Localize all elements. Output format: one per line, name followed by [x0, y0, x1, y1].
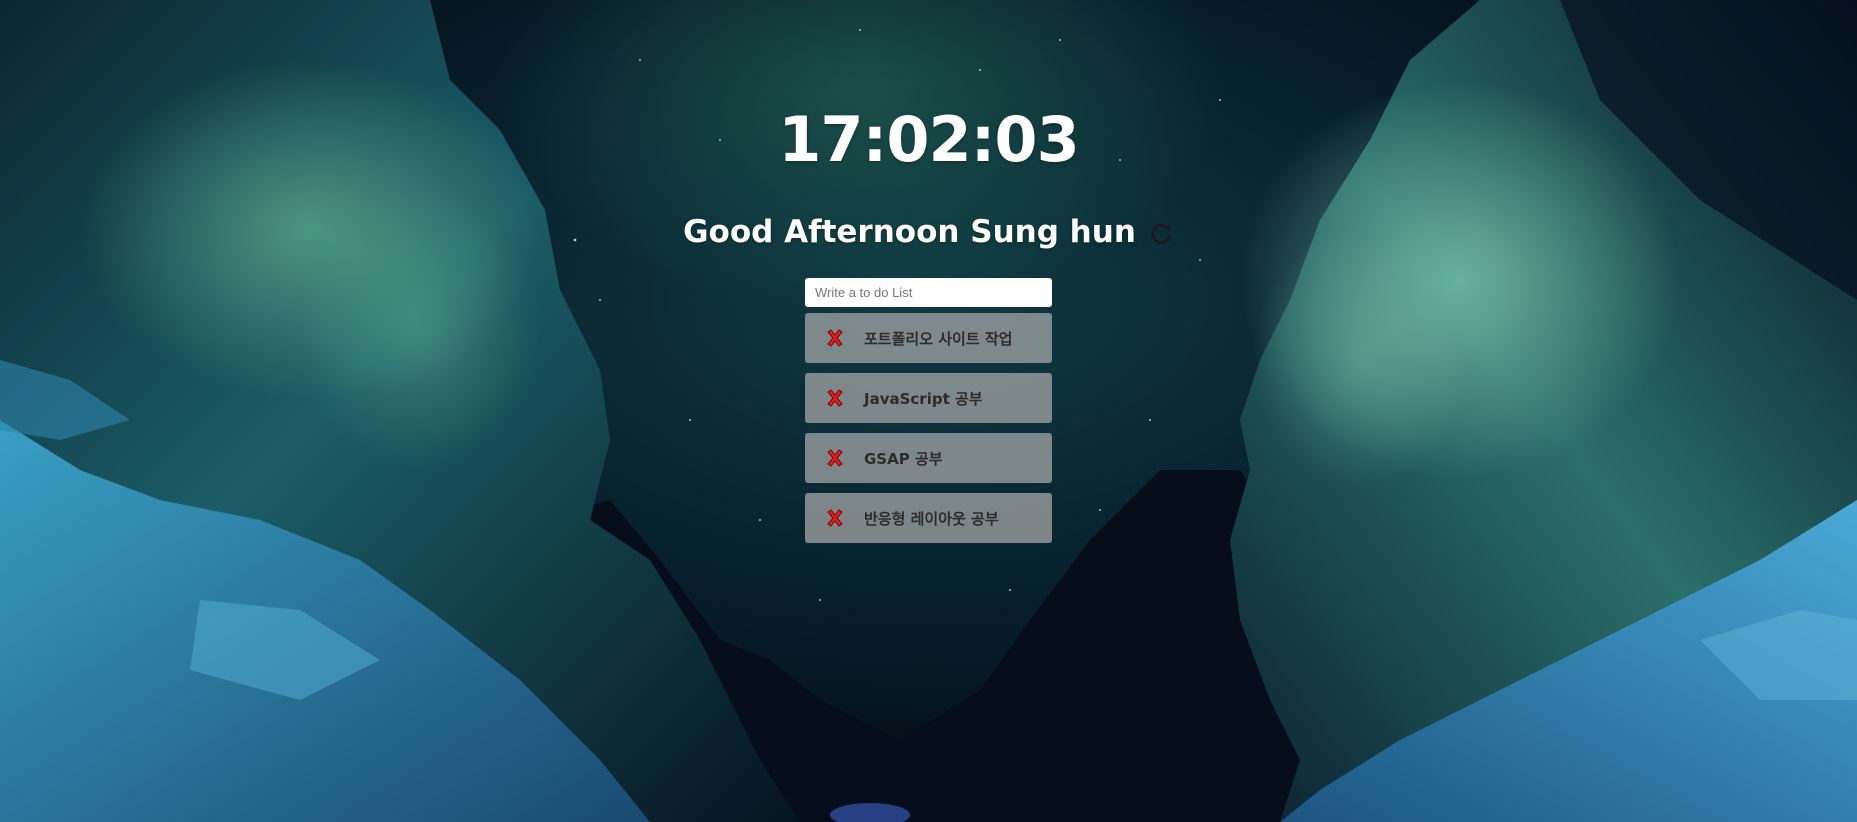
greeting: Good Afternoon Sung hun	[0, 210, 1857, 254]
delete-x-icon[interactable]	[824, 507, 846, 529]
todo-input[interactable]	[805, 278, 1052, 307]
todo-panel: 포트폴리오 사이트 작업 JavaScript 공부 GSAP 공부	[805, 278, 1052, 553]
delete-x-icon[interactable]	[824, 387, 846, 409]
todo-item-label: 반응형 레이아웃 공부	[864, 509, 999, 528]
greeting-text: Good Afternoon Sung hun	[683, 214, 1136, 250]
todo-item: 반응형 레이아웃 공부	[805, 493, 1052, 543]
background-scene: 17:02:03 Good Afternoon Sung hun 포트폴리오 사…	[0, 0, 1857, 822]
delete-x-icon[interactable]	[824, 447, 846, 469]
todo-item: JavaScript 공부	[805, 373, 1052, 423]
todo-item-label: 포트폴리오 사이트 작업	[864, 329, 1013, 348]
todo-item-label: JavaScript 공부	[864, 389, 983, 408]
clock: 17:02:03	[778, 103, 1079, 176]
refresh-icon[interactable]	[1148, 219, 1174, 245]
todo-item: GSAP 공부	[805, 433, 1052, 483]
todo-item-label: GSAP 공부	[864, 449, 943, 468]
todo-list: 포트폴리오 사이트 작업 JavaScript 공부 GSAP 공부 반응형 레…	[805, 313, 1052, 543]
delete-x-icon[interactable]	[824, 327, 846, 349]
todo-item: 포트폴리오 사이트 작업	[805, 313, 1052, 363]
